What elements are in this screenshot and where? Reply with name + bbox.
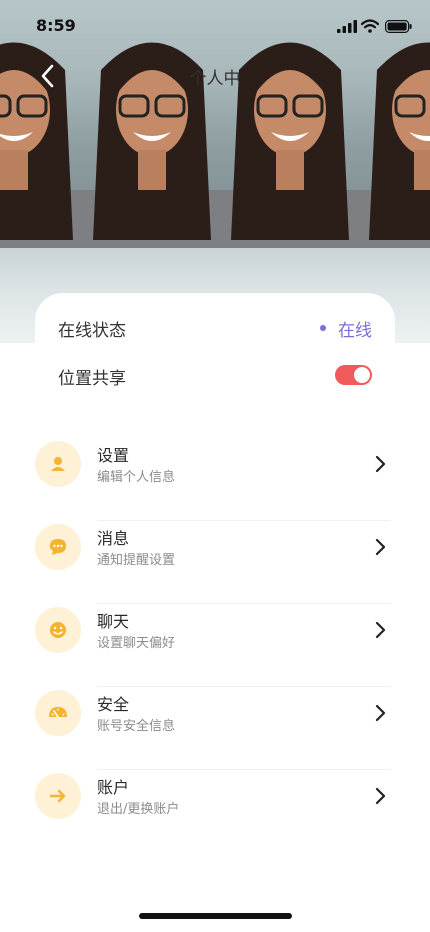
- menu-item-settings[interactable]: 设置 编辑个人信息: [35, 437, 395, 521]
- menu-item-chat[interactable]: 聊天 设置聊天偏好: [35, 603, 395, 687]
- location-sharing-label: 位置共享: [58, 369, 126, 389]
- online-status-row[interactable]: 在线状态 在线: [58, 314, 372, 342]
- menu-item-subtitle: 通知提醒设置: [97, 553, 176, 568]
- menu-item-subtitle: 编辑个人信息: [97, 470, 176, 485]
- page-title: 个人中: [189, 69, 241, 89]
- menu-item-title: 账户: [97, 778, 130, 797]
- message-icon: [35, 524, 81, 570]
- arrow-right-icon: [35, 773, 81, 819]
- settings-card: [35, 293, 395, 413]
- menu-item-account[interactable]: 账户 退出/更换账户: [35, 769, 395, 852]
- online-status-label: 在线状态: [58, 321, 126, 341]
- online-dot-icon: [320, 325, 326, 331]
- toggle-knob: [354, 367, 370, 383]
- menu-item-subtitle: 账号安全信息: [97, 719, 176, 734]
- menu-item-security[interactable]: 安全 账号安全信息: [35, 686, 395, 770]
- smile-icon: [35, 607, 81, 653]
- status-time: 8:59: [36, 16, 76, 35]
- menu-item-title: 安全: [97, 695, 130, 714]
- location-sharing-toggle[interactable]: [335, 365, 372, 385]
- menu-item-subtitle: 设置聊天偏好: [97, 636, 176, 651]
- user-icon: [35, 441, 81, 487]
- status-bar: 8:59: [0, 0, 430, 50]
- gauge-icon: [35, 690, 81, 736]
- battery-icon: [385, 20, 412, 33]
- wifi-icon: [361, 19, 379, 33]
- location-sharing-row: 位置共享: [58, 362, 372, 390]
- menu-item-subtitle: 退出/更换账户: [97, 802, 180, 817]
- chevron-right-icon: [375, 621, 386, 639]
- menu-item-title: 聊天: [97, 612, 130, 631]
- menu-item-title: 设置: [97, 446, 130, 465]
- menu-item-messages[interactable]: 消息 通知提醒设置: [35, 520, 395, 604]
- chevron-right-icon: [375, 704, 386, 722]
- online-status-value: 在线: [338, 321, 372, 341]
- chevron-right-icon: [375, 538, 386, 556]
- menu-item-title: 消息: [97, 529, 130, 548]
- home-indicator[interactable]: [139, 913, 292, 919]
- signal-icon: [337, 20, 357, 33]
- chevron-right-icon: [375, 787, 386, 805]
- chevron-right-icon: [375, 455, 386, 473]
